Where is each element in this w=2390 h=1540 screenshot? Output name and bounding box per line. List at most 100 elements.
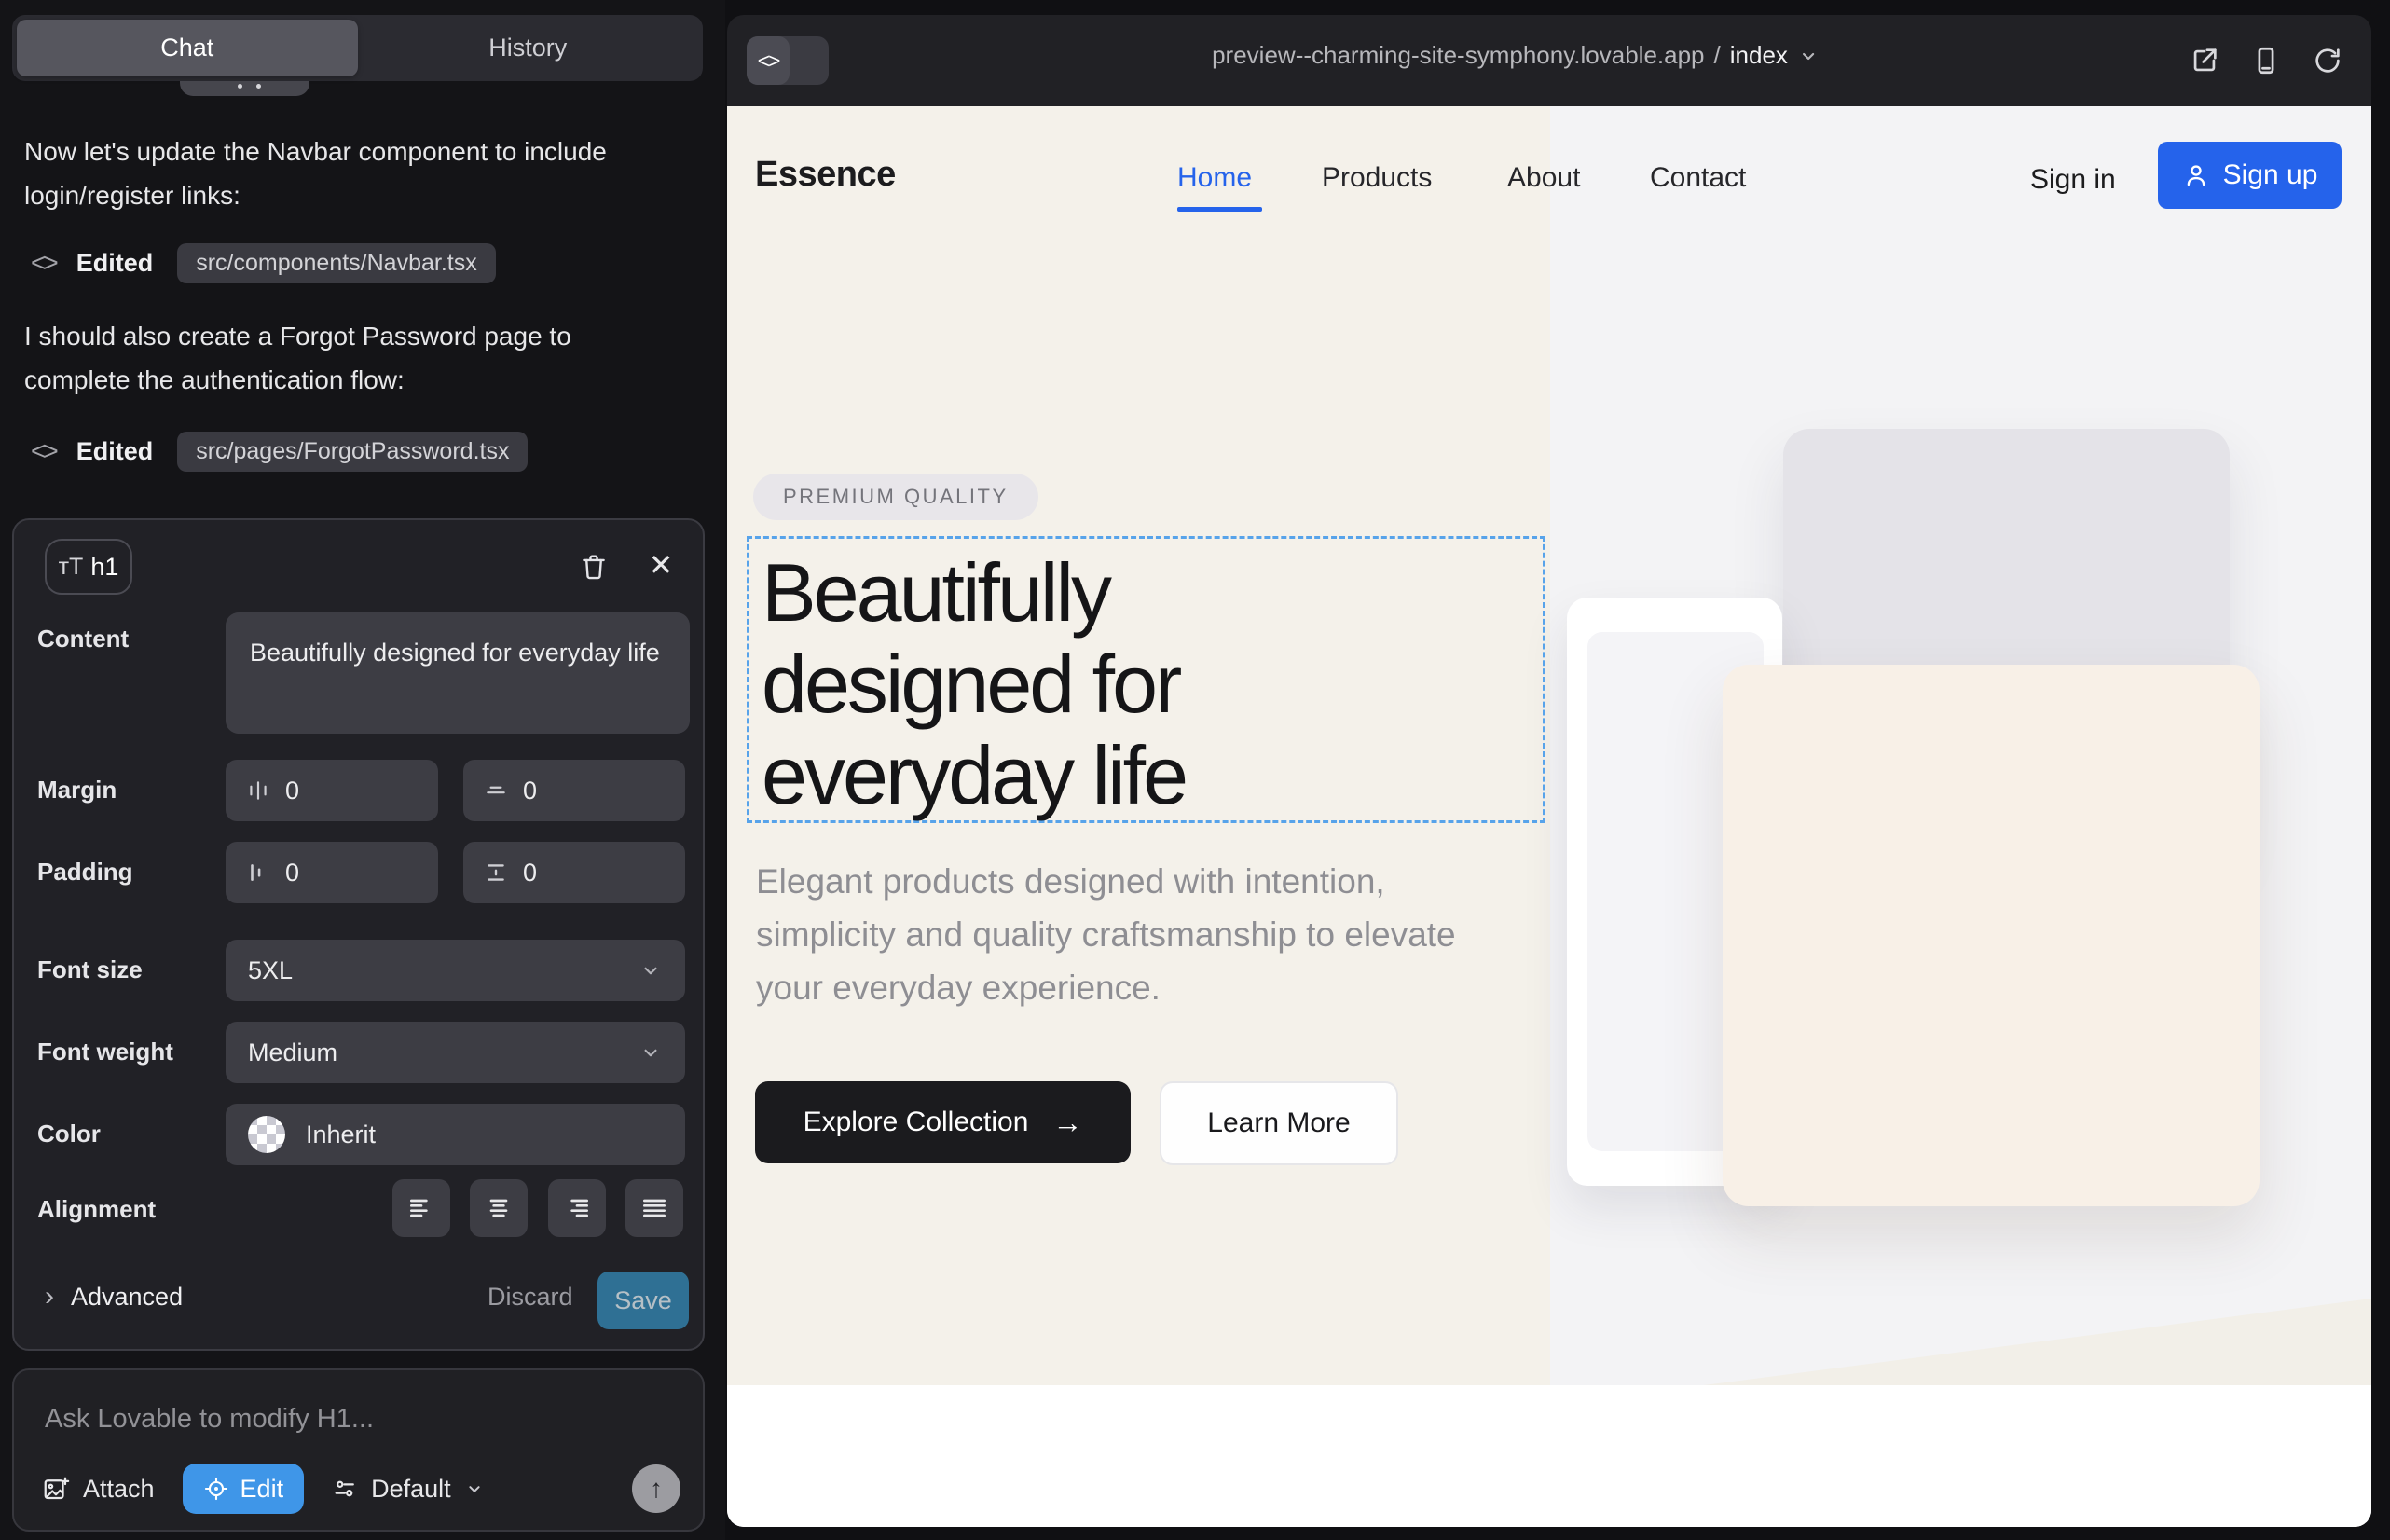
- content-textarea[interactable]: Beautifully designed for everyday life: [226, 612, 690, 734]
- font-weight-select[interactable]: Medium: [226, 1022, 685, 1083]
- content-label: Content: [37, 625, 129, 653]
- hero-heading[interactable]: Beautifully designed for everyday life: [762, 547, 1186, 821]
- url-separator: /: [1714, 41, 1721, 70]
- premium-quality-badge: PREMIUM QUALITY: [753, 474, 1038, 520]
- margin-x-input[interactable]: 0: [226, 760, 438, 821]
- align-justify-icon: [639, 1193, 669, 1223]
- url-bar[interactable]: preview--charming-site-symphony.lovable.…: [1212, 41, 1820, 70]
- hero-paragraph: Elegant products designed with intention…: [756, 855, 1513, 1014]
- color-label: Color: [37, 1120, 101, 1148]
- margin-vertical-icon: [484, 778, 508, 803]
- assistant-message: I should also create a Forgot Password p…: [24, 314, 672, 402]
- tab-history[interactable]: History: [358, 20, 699, 76]
- file-chip[interactable]: src/components/Navbar.tsx: [177, 243, 496, 283]
- close-icon: ✕: [649, 547, 674, 583]
- margin-y-input[interactable]: 0: [463, 760, 685, 821]
- align-right-button[interactable]: [548, 1179, 606, 1237]
- nav-link-products[interactable]: Products: [1322, 162, 1432, 194]
- sign-up-button[interactable]: Sign up: [2158, 142, 2342, 209]
- composer-input[interactable]: Ask Lovable to modify H1...: [45, 1404, 374, 1435]
- font-size-select[interactable]: 5XL: [226, 940, 685, 1001]
- delete-element-button[interactable]: [573, 546, 614, 587]
- padding-vertical-icon: [484, 860, 508, 885]
- chat-sidebar: Chat History Now let's update the Navbar…: [0, 0, 725, 1540]
- chevron-down-icon: [639, 1040, 663, 1065]
- nav-link-home[interactable]: Home: [1177, 162, 1252, 194]
- nav-link-contact[interactable]: Contact: [1650, 162, 1746, 194]
- mobile-preview-button[interactable]: [2248, 43, 2284, 78]
- save-button[interactable]: Save: [598, 1272, 689, 1329]
- discard-button[interactable]: Discard: [488, 1283, 573, 1312]
- close-panel-button[interactable]: ✕: [640, 544, 681, 585]
- chat-composer: Ask Lovable to modify H1... Attach Edit …: [12, 1368, 705, 1532]
- explore-collection-button[interactable]: Explore Collection →: [755, 1081, 1131, 1163]
- padding-x-input[interactable]: 0: [226, 842, 438, 903]
- scrolled-chip-fragment: [180, 81, 309, 96]
- target-icon: [203, 1476, 229, 1502]
- site-logo[interactable]: Essence: [755, 155, 896, 195]
- align-left-button[interactable]: [392, 1179, 450, 1237]
- refresh-icon: [2312, 45, 2343, 76]
- arrow-right-icon: →: [1052, 1106, 1082, 1140]
- nav-link-about[interactable]: About: [1507, 162, 1580, 194]
- align-center-icon: [484, 1193, 514, 1223]
- chat-history-tabs: Chat History: [12, 15, 703, 81]
- color-select[interactable]: Inherit: [226, 1104, 685, 1165]
- trash-icon: [578, 551, 610, 583]
- arrow-up-icon: ↑: [650, 1474, 663, 1504]
- sliders-icon: [332, 1476, 358, 1502]
- padding-horizontal-icon: [246, 860, 270, 885]
- align-right-icon: [562, 1193, 592, 1223]
- assistant-message: Now let's update the Navbar component to…: [24, 130, 672, 217]
- preview-browser-frame: <> preview--charming-site-symphony.lovab…: [727, 15, 2371, 1527]
- url-page: index: [1730, 41, 1788, 70]
- phone-icon: [2250, 45, 2282, 76]
- user-icon: [2182, 161, 2210, 189]
- code-icon: <>: [747, 36, 790, 85]
- sign-in-link[interactable]: Sign in: [2030, 164, 2116, 196]
- element-editor-panel: тT h1 ✕ Content Beautifully designed for…: [12, 518, 705, 1351]
- mode-select[interactable]: Default: [332, 1475, 485, 1504]
- align-left-icon: [406, 1193, 436, 1223]
- next-section-background: [727, 1385, 2371, 1527]
- attach-image-icon: [42, 1475, 70, 1503]
- element-tag-pill: тT h1: [45, 539, 132, 595]
- code-icon: <>: [31, 248, 56, 278]
- align-justify-button[interactable]: [625, 1179, 683, 1237]
- edit-mode-button[interactable]: Edit: [183, 1464, 305, 1514]
- tab-chat[interactable]: Chat: [17, 20, 358, 76]
- align-center-button[interactable]: [470, 1179, 528, 1237]
- padding-label: Padding: [37, 858, 133, 887]
- code-view-toggle[interactable]: <>: [747, 36, 829, 85]
- chevron-down-icon: [639, 958, 663, 983]
- chevron-down-icon: [1797, 45, 1820, 67]
- margin-horizontal-icon: [246, 778, 270, 803]
- hero-card-cream: [1723, 665, 2260, 1206]
- advanced-toggle[interactable]: › Advanced: [45, 1281, 183, 1313]
- file-edit-row: <> Edited src/pages/ForgotPassword.tsx: [31, 429, 528, 474]
- learn-more-button[interactable]: Learn More: [1160, 1081, 1398, 1165]
- url-domain: preview--charming-site-symphony.lovable.…: [1212, 41, 1704, 70]
- transparent-swatch-icon: [248, 1116, 285, 1153]
- element-tag: h1: [90, 553, 118, 582]
- edited-label: Edited: [76, 249, 154, 278]
- font-weight-label: Font weight: [37, 1038, 173, 1066]
- refresh-button[interactable]: [2310, 43, 2345, 78]
- app-root: Chat History Now let's update the Navbar…: [0, 0, 2390, 1540]
- file-chip[interactable]: src/pages/ForgotPassword.tsx: [177, 432, 528, 472]
- alignment-label: Alignment: [37, 1195, 156, 1224]
- code-icon: <>: [31, 436, 56, 466]
- edited-label: Edited: [76, 437, 154, 466]
- margin-label: Margin: [37, 776, 117, 804]
- composer-toolbar: Attach Edit Default ↑: [42, 1462, 680, 1516]
- open-external-button[interactable]: [2187, 43, 2222, 78]
- chevron-down-icon: [464, 1478, 485, 1499]
- send-button[interactable]: ↑: [632, 1464, 680, 1513]
- padding-y-input[interactable]: 0: [463, 842, 685, 903]
- attach-button[interactable]: Attach: [42, 1475, 155, 1504]
- site-preview: Essence Home Products About Contact Sign…: [727, 106, 2371, 1527]
- browser-actions: [2187, 43, 2345, 78]
- browser-toolbar: <> preview--charming-site-symphony.lovab…: [727, 15, 2371, 106]
- file-edit-row: <> Edited src/components/Navbar.tsx: [31, 241, 496, 285]
- chevron-right-icon: ›: [45, 1281, 54, 1313]
